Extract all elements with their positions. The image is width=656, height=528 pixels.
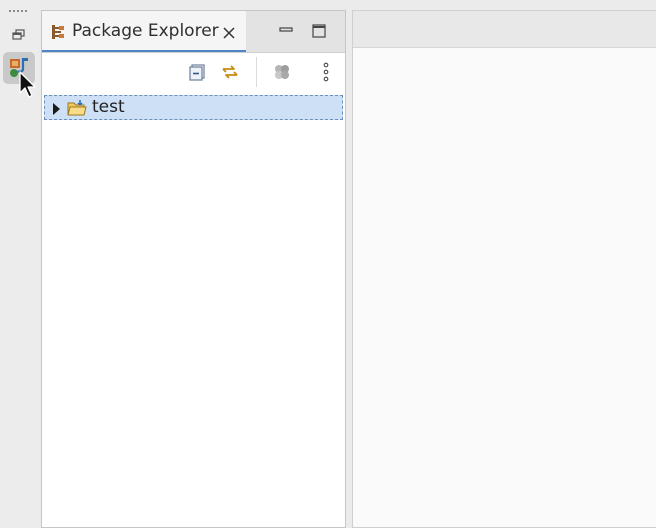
expand-arrow-icon[interactable] (51, 101, 61, 115)
view-menu-button[interactable] (316, 62, 336, 82)
editor-tab-bar (353, 11, 656, 48)
tree-item-label: test (92, 97, 125, 117)
minimize-button[interactable] (276, 22, 296, 40)
collapse-all-icon (189, 64, 205, 81)
toolbar-separator (256, 57, 257, 87)
editor-area (352, 10, 656, 528)
link-with-editor-icon (222, 65, 238, 79)
workbench: Package Explorer test (0, 0, 656, 528)
link-with-editor-button[interactable] (220, 62, 240, 82)
restore-icon[interactable] (11, 27, 27, 41)
view-toolbar (42, 53, 345, 91)
project-folder-icon (67, 99, 87, 117)
maximize-button[interactable] (310, 22, 328, 40)
mouse-cursor-icon (18, 71, 36, 99)
collapse-all-button[interactable] (187, 62, 207, 82)
focus-on-active-task-button[interactable] (272, 62, 292, 82)
close-icon[interactable] (222, 25, 236, 39)
tab-label: Package Explorer (72, 21, 219, 41)
maximize-icon (312, 24, 326, 38)
focus-on-active-task-icon (275, 65, 289, 79)
view-tab-bar: Package Explorer (42, 11, 345, 53)
trim-bar (0, 0, 38, 528)
tab-package-explorer[interactable]: Package Explorer (42, 11, 246, 52)
view-menu-icon (323, 62, 329, 82)
trim-grip[interactable] (9, 10, 29, 14)
minimize-icon (279, 27, 293, 32)
package-explorer-icon (51, 24, 65, 40)
tree-item-test[interactable]: test (44, 95, 343, 120)
package-explorer-view: Package Explorer test (41, 10, 346, 528)
